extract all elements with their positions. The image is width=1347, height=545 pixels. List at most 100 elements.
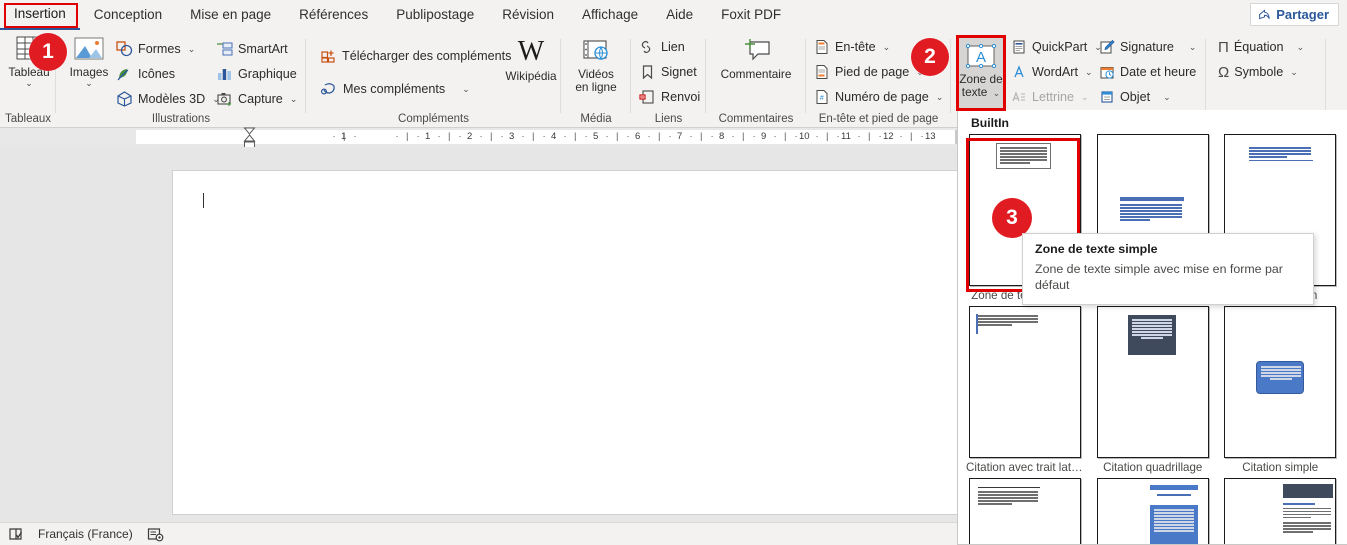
ruler-tick: · — [731, 131, 735, 142]
accessibility-icon[interactable] — [147, 527, 164, 542]
telecharger-complements-button[interactable]: Télécharger des compléments — [320, 45, 511, 67]
gallery-item[interactable]: Citation quadrillage — [1094, 306, 1212, 478]
pied-de-page-button[interactable]: Pied de page ⌄ — [814, 61, 924, 83]
ruler-tick: | — [448, 131, 451, 142]
ruler-tick: · — [563, 131, 567, 142]
signature-button[interactable]: Signature ⌄ — [1099, 36, 1196, 58]
smartart-button[interactable]: SmartArt — [216, 38, 288, 60]
chevron-down-icon[interactable]: ⌄ — [936, 92, 944, 103]
mes-complements-button[interactable]: Mes compléments ⌄ — [320, 78, 470, 100]
group-separator — [1325, 39, 1326, 113]
ruler-tick: | — [910, 131, 913, 142]
modeles-3d-button[interactable]: Modèles 3D ⌄ — [116, 88, 220, 110]
language-label[interactable]: Français (France) — [38, 527, 133, 541]
tab-insertion[interactable]: Insertion — [0, 1, 80, 30]
icones-button[interactable]: Icônes — [116, 63, 175, 85]
objet-button[interactable]: Objet ⌄ — [1099, 86, 1171, 108]
wordart-label: WordArt — [1032, 65, 1078, 79]
entete-button[interactable]: En-tête ⌄ — [814, 36, 890, 58]
entete-label: En-tête — [835, 40, 876, 54]
ruler-tick: · — [332, 131, 336, 142]
chevron-down-icon[interactable]: ⌄ — [462, 84, 470, 95]
tab-mise-en-page[interactable]: Mise en page — [176, 2, 285, 29]
wikipedia-label: Wikipédia — [505, 69, 557, 83]
text-box-gallery: BuiltIn Zone de texte simpleCitation à b… — [957, 110, 1347, 545]
ruler-tick-label: 6 — [635, 131, 641, 142]
gallery-item[interactable]: Citation simple — [1222, 306, 1340, 478]
ruler-tick-label: 13 — [925, 131, 936, 142]
chevron-down-icon[interactable]: ⌄ — [1189, 42, 1197, 53]
quickpart-button[interactable]: QuickPart ⌄ — [1011, 36, 1102, 58]
formes-button[interactable]: Formes ⌄ — [116, 38, 195, 60]
equation-button[interactable]: Π Équation ⌄ — [1218, 36, 1304, 58]
gallery-thumbnail[interactable] — [1224, 478, 1337, 544]
tab-revision[interactable]: Révision — [488, 2, 568, 29]
share-button[interactable]: Partager — [1250, 3, 1339, 26]
gallery-item[interactable] — [1094, 478, 1212, 544]
chevron-down-icon[interactable]: ⌄ — [883, 42, 891, 53]
signature-icon — [1099, 39, 1115, 55]
chevron-down-icon: ⌄ — [1081, 91, 1089, 102]
ruler-tick-label: 3 — [509, 131, 515, 142]
gallery-item[interactable] — [966, 478, 1084, 544]
chevron-down-icon[interactable]: ⌄ — [25, 79, 33, 88]
gallery-tooltip: Zone de texte simple Zone de texte simpl… — [1022, 233, 1314, 305]
step-marker-3: 3 — [992, 198, 1032, 238]
signet-button[interactable]: Signet — [639, 61, 697, 83]
wikipedia-icon: W — [517, 36, 545, 67]
gallery-thumbnail[interactable] — [969, 306, 1081, 458]
chevron-down-icon[interactable]: ⌄ — [290, 94, 298, 105]
gallery-item[interactable] — [1222, 478, 1340, 544]
indent-marker[interactable] — [243, 127, 256, 149]
gallery-item-caption: Citation quadrillage — [1103, 461, 1203, 474]
chevron-down-icon[interactable]: ⌄ — [1085, 67, 1093, 78]
document-page[interactable] — [172, 170, 962, 515]
lien-button[interactable]: Lien — [639, 36, 685, 58]
numero-de-page-button[interactable]: # Numéro de page ⌄ — [814, 86, 943, 108]
renvoi-button[interactable]: Renvoi — [639, 86, 700, 108]
proofing-icon[interactable] — [8, 527, 24, 542]
icones-label: Icônes — [138, 67, 176, 81]
wordart-button[interactable]: WordArt ⌄ — [1011, 61, 1093, 83]
symbole-button[interactable]: Ω Symbole ⌄ — [1218, 61, 1298, 83]
tab-foxit-pdf[interactable]: Foxit PDF — [707, 2, 795, 29]
svg-text:#: # — [820, 95, 824, 102]
videos-en-ligne-button[interactable]: Vidéos en ligne — [567, 37, 625, 94]
tab-conception[interactable]: Conception — [80, 2, 176, 29]
ruler-tick: · — [920, 131, 924, 142]
tab-affichage[interactable]: Affichage — [568, 2, 652, 29]
capture-button[interactable]: Capture ⌄ — [216, 88, 297, 110]
date-et-heure-button[interactable]: Date et heure — [1099, 61, 1196, 83]
gallery-thumbnail[interactable] — [969, 478, 1081, 544]
group-label-complements: Compléments — [398, 113, 469, 125]
gallery-thumbnail[interactable] — [1096, 478, 1209, 544]
chevron-down-icon[interactable]: ⌄ — [1297, 42, 1305, 53]
tab-publipostage[interactable]: Publipostage — [382, 2, 488, 29]
chevron-down-icon[interactable]: ⌄ — [1290, 67, 1298, 78]
tab-aide[interactable]: Aide — [652, 2, 707, 29]
ruler-tick-label: 8 — [719, 131, 725, 142]
zone-de-texte-button[interactable]: A Zone de texte ⌄ — [959, 38, 1003, 108]
quickpart-label: QuickPart — [1032, 40, 1088, 54]
step-marker-2: 2 — [911, 38, 949, 76]
gallery-thumbnail[interactable] — [1224, 306, 1337, 458]
graphique-button[interactable]: Graphique — [216, 63, 297, 85]
gallery-item[interactable]: Citation avec trait laté... — [966, 306, 1084, 478]
images-button[interactable]: Images ⌄ — [60, 35, 118, 88]
ruler-tick-label: 1 — [425, 131, 431, 142]
wikipedia-button[interactable]: W Wikipédia — [502, 37, 560, 83]
numero-de-page-label: Numéro de page — [835, 90, 929, 104]
commentaire-button[interactable]: Commentaire — [721, 37, 791, 81]
ruler-tick-label: 12 — [883, 131, 894, 142]
group-label-media: Média — [580, 113, 612, 125]
zone-de-texte-label2: texte — [961, 85, 988, 99]
chart-icon — [216, 66, 233, 82]
tab-references[interactable]: Références — [285, 2, 382, 29]
chevron-down-icon[interactable]: ⌄ — [85, 79, 93, 88]
gallery-thumbnail[interactable] — [1096, 306, 1209, 458]
ribbon-group-illustrations: Images ⌄ Formes ⌄ Icônes Modèles 3D ⌄ Sm… — [56, 31, 306, 128]
chevron-down-icon[interactable]: ⌄ — [993, 88, 1001, 98]
chevron-down-icon[interactable]: ⌄ — [1163, 92, 1171, 103]
videos-label2: en ligne — [575, 80, 617, 94]
chevron-down-icon[interactable]: ⌄ — [188, 44, 196, 55]
